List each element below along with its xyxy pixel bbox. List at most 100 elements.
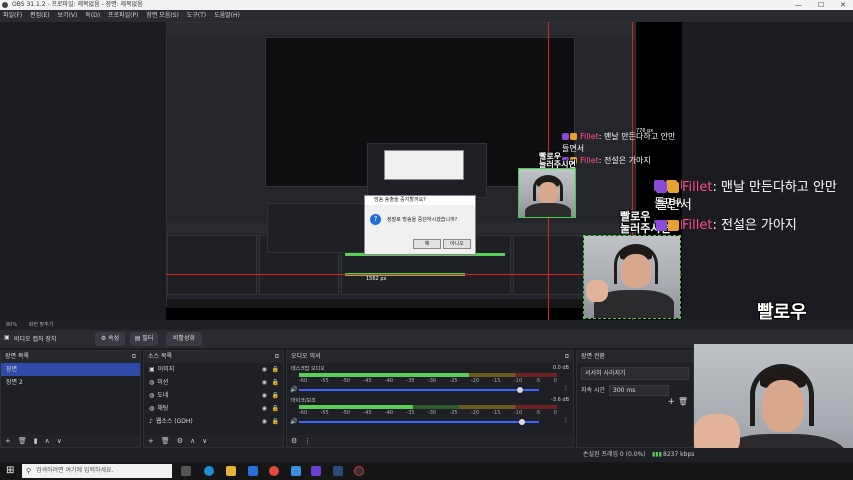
properties-button[interactable]: ⚙ 속성 [95,332,125,346]
menu-edit[interactable]: 편집(E) [27,10,53,22]
meter-tick-label: -5 [535,410,541,416]
channel-db: -3.6 dB [551,397,569,403]
meter-tick-label: -20 [470,410,480,416]
meter-tick-label: -5 [535,378,541,384]
channel-menu-icon[interactable]: ⋮ [563,417,569,424]
menu-dock[interactable]: 독(D) [82,10,103,22]
zoom-level[interactable]: 80% [6,322,17,328]
move-down-icon[interactable]: ∨ [57,437,62,445]
obs-logo-icon [2,2,8,8]
dialog-message: 정말로 방송을 중단하시겠습니까? [387,217,458,223]
speaker-icon[interactable]: 🔊 [290,386,297,393]
dropped-frames: 손실된 프레임 0 (0.0%) [583,451,646,458]
deactivate-button[interactable]: 비활성화 [166,332,202,346]
obs-taskbar-icon[interactable] [354,466,364,476]
volume-knob[interactable] [519,419,525,425]
camera-icon: ▣ [4,334,10,341]
app-icon[interactable] [311,466,321,476]
mixer-channel-desktop: 데스크탑 오디오 0.0 dB -60 -55 -50 -45 -40 -35 -30 -25… [287,363,573,395]
volume-slider[interactable] [299,389,539,391]
steam-icon[interactable] [333,466,343,476]
visibility-icon[interactable]: ◉ [262,376,267,389]
preview-zoom-strip: 80% 화면 맞추기 [0,320,853,330]
menu-tools[interactable]: 도구(T) [184,10,209,22]
channel-menu-icon[interactable]: ⋮ [563,385,569,392]
delete-transition-icon[interactable]: 🗑 [678,397,688,406]
visibility-icon[interactable]: ◉ [262,402,267,415]
windows-start-icon[interactable]: ⊞ [6,465,14,476]
scene-item[interactable]: 장면 [1,363,140,376]
fit-screen[interactable]: 화면 맞추기 [29,322,54,328]
task-view-icon[interactable] [181,466,191,476]
transition-select[interactable]: 서서히 사라지기 [581,367,689,380]
menu-help[interactable]: 도움말(H) [211,10,243,22]
sources-settings-icon[interactable]: ⧉ [275,351,279,363]
filters-button[interactable]: ▤ 필터 [130,332,158,346]
gear-icon[interactable]: ⚙ [177,437,183,445]
obs-window: OBS 31.1.2 - 프로파일: 제목없음 - 장면: 제목없음 — ☐ ✕… [0,0,853,480]
advanced-audio-icon[interactable]: ⚙ [291,437,297,445]
add-transition-icon[interactable]: + [667,397,675,407]
close-icon[interactable]: ✕ [840,0,846,10]
volume-knob[interactable] [517,387,523,393]
globe-icon: ◍ [149,405,155,412]
duration-input[interactable]: 300 ms [609,385,669,396]
move-up-icon[interactable]: ∧ [190,437,195,445]
canvas-webcam-selected[interactable] [583,235,681,319]
scenes-settings-icon[interactable]: ⧉ [132,351,136,363]
source-row[interactable]: ▣ 이미지 ◉ 🔒 [144,363,283,376]
mixer-menu-icon[interactable]: ⋮ [304,437,311,445]
lock-icon[interactable]: 🔒 [272,363,279,376]
canvas-chat-1: Fillet: 맨날 만든다하고 안만 [562,131,675,142]
visibility-icon[interactable]: ◉ [262,363,267,376]
meter-tick-label: -15 [492,378,501,384]
add-icon[interactable]: + [148,437,154,445]
move-down-icon[interactable]: ∨ [202,437,207,445]
meter-tick-label: -15 [492,410,501,416]
audio-mixer-dock: 오디오 믹서 ⧉ 데스크탑 오디오 0.0 dB -60 -55 -50 -45 -40-… [286,350,574,448]
scene-item[interactable]: 장면 2 [1,376,140,389]
menu-file[interactable]: 파일(F) [0,10,25,22]
meter-tick-label: -10 [513,410,523,416]
menu-scene-collection[interactable]: 장면 모음(S) [143,10,181,22]
dialog-no-button[interactable]: 아니오 [443,239,471,249]
calculator-icon[interactable] [291,466,301,476]
mixer-title: 오디오 믹서 [291,353,321,360]
edge-icon[interactable] [204,466,214,476]
lock-icon[interactable]: 🔒 [272,402,279,415]
source-row[interactable]: ♪ 웹소스 (GDH) ◉ 🔒 [144,415,283,428]
level-meter-fill [299,373,470,377]
menu-view[interactable]: 보기(V) [55,10,81,22]
meter-tick-label: -25 [449,410,458,416]
lock-icon[interactable]: 🔒 [272,415,279,428]
add-icon[interactable]: + [5,437,11,445]
speaker-icon[interactable]: 🔊 [290,418,297,425]
taskbar-search[interactable]: ⚲ 검색하려면 여기에 입력하세요. [22,464,172,478]
delete-icon[interactable]: 🗑 [18,437,27,445]
lock-icon[interactable]: 🔒 [272,389,279,402]
config-icon[interactable]: ▮ [34,437,38,445]
sources-title: 소스 목록 [148,353,172,360]
mixer-settings-icon[interactable]: ⧉ [565,351,569,363]
chrome-icon[interactable] [269,466,279,476]
volume-slider[interactable] [299,421,539,423]
dialog-yes-button[interactable]: 예 [413,239,441,249]
lock-icon[interactable]: 🔒 [272,376,279,389]
store-icon[interactable] [248,466,258,476]
scenes-dock: 장면 목록 ⧉ 장면 장면 2 + 🗑 ▮ ∧ ∨ [0,350,141,448]
minimize-icon[interactable]: — [795,0,802,10]
duration-label: 지속 시간 [581,387,605,394]
source-row[interactable]: ◍ 채팅 ◉ 🔒 [144,402,283,415]
visibility-icon[interactable]: ◉ [262,389,267,402]
delete-icon[interactable]: 🗑 [161,437,170,445]
visibility-icon[interactable]: ◉ [262,415,267,428]
preview-area[interactable]: 1562 px 방송 송출을 중지할까요? ? 정말로 방송을 중단하시겠습니까… [0,22,853,320]
channel-name: 데스크탑 오디오 [291,366,325,372]
file-explorer-icon[interactable] [226,466,236,476]
source-row[interactable]: ◍ 미션 ◉ 🔒 [144,376,283,389]
menu-profile[interactable]: 프로파일(P) [105,10,141,22]
source-row[interactable]: ◍ 도네 ◉ 🔒 [144,389,283,402]
maximize-icon[interactable]: ☐ [818,0,824,10]
preview-canvas[interactable]: 1562 px 방송 송출을 중지할까요? ? 정말로 방송을 중단하시겠습니까… [166,22,682,320]
move-up-icon[interactable]: ∧ [45,437,50,445]
